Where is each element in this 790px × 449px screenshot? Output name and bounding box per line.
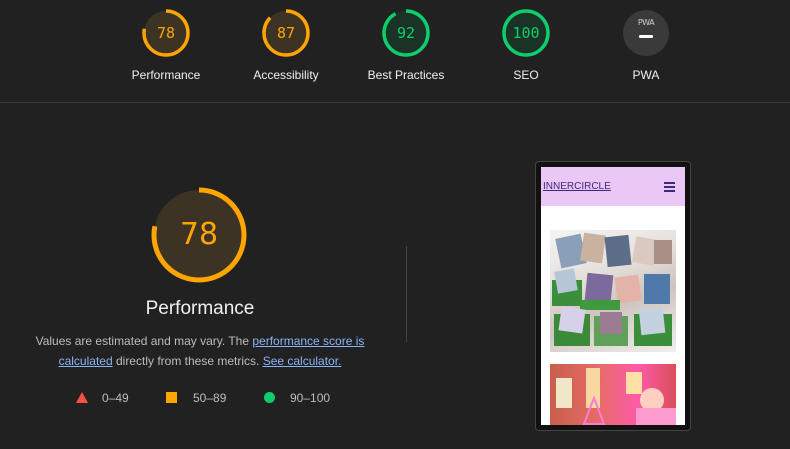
accessibility-gauge: 87 [261,8,311,58]
accessibility-label: Accessibility [253,68,319,82]
gauge-best-practices[interactable]: 92 Best Practices [351,8,461,82]
performance-description: Values are estimated and may vary. The p… [20,331,380,371]
triangle-icon [76,392,88,403]
hamburger-menu-icon [664,182,675,194]
see-calculator-link[interactable]: See calculator. [263,354,342,368]
pwa-dash-icon [639,35,653,38]
legend-fail-range: 0–49 [102,391,129,405]
legend-average-range: 50–89 [193,391,227,405]
screenshot-screen: INNERCIRCLE [541,167,685,425]
best-practices-score: 92 [396,24,416,42]
site-header: INNERCIRCLE [541,167,685,206]
pwa-label: PWA [632,68,660,82]
neon-store-illustration [556,368,676,425]
gauge-accessibility[interactable]: 87 Accessibility [231,8,341,82]
performance-main-gauge: 78 [150,186,248,284]
legend-pass-range: 90–100 [290,391,331,405]
performance-title: Performance [145,298,255,319]
best-practices-gauge: 92 [381,8,431,58]
seo-label: SEO [513,68,539,82]
description-text-1: Values are estimated and may vary. The [35,334,253,348]
seo-score: 100 [512,24,540,42]
albums-photo-illustration [552,232,672,346]
performance-score: 78 [156,24,176,42]
square-icon [166,392,177,403]
gauge-seo[interactable]: 100 SEO [471,8,581,82]
site-logo-link: INNERCIRCLE [543,181,611,192]
best-practices-label: Best Practices [367,68,445,82]
page-screenshot-thumbnail[interactable]: INNERCIRCLE [535,161,691,431]
accessibility-score: 87 [276,24,296,42]
category-gauges-bar: 78 Performance 87 Accessibility 92 Best … [0,0,790,103]
performance-label: Performance [131,68,201,82]
pwa-badge-text: PWA [637,18,655,27]
performance-gauge: 78 [141,8,191,58]
performance-main-score: 78 [179,217,219,252]
vertical-divider [406,246,407,342]
pwa-badge: PWA [623,10,669,56]
seo-gauge: 100 [501,8,551,58]
albums-photo [550,230,676,352]
gauge-pwa[interactable]: PWA PWA [591,8,701,82]
description-text-2: directly from these metrics. [112,354,263,368]
circle-icon [264,392,275,403]
gauge-performance[interactable]: 78 Performance [111,8,221,82]
neon-store-photo [550,364,676,425]
